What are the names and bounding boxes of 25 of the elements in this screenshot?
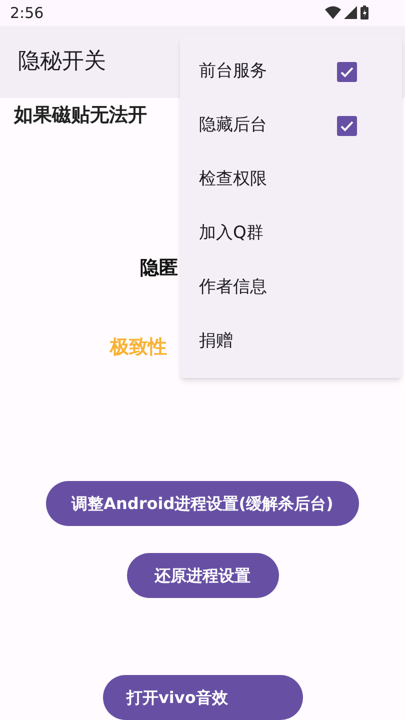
menu-item[interactable]: 作者信息 <box>180 261 402 315</box>
menu-item[interactable]: 检查权限 <box>180 153 402 207</box>
signal-icon <box>344 6 357 20</box>
menu-item[interactable]: 前台服务 <box>180 45 402 99</box>
wifi-icon <box>325 6 341 20</box>
menu-item-label: 隐藏后台 <box>199 114 267 138</box>
notice-text: 如果磁贴无法开 <box>14 104 147 126</box>
menu-item-label: 捐赠 <box>199 330 233 354</box>
checkbox[interactable] <box>336 115 358 137</box>
status-time: 2:56 <box>10 2 44 24</box>
menu-item-label: 检查权限 <box>199 168 267 192</box>
battery-icon <box>360 5 369 20</box>
open-sound-effect-button[interactable]: 打开vivo音效 <box>102 675 302 720</box>
menu-item[interactable]: 加入Q群 <box>180 207 402 261</box>
checkbox[interactable] <box>336 61 358 83</box>
menu-item[interactable]: 隐藏后台 <box>180 99 402 153</box>
adjust-process-button[interactable]: 调整Android进程设置(缓解杀后台) <box>46 481 360 526</box>
menu-item-label: 作者信息 <box>199 276 267 300</box>
app-title: 隐秘开关 <box>18 48 106 76</box>
highlight-text: 极致性 <box>110 336 167 358</box>
menu-item-label: 前台服务 <box>199 60 267 84</box>
heading-text: 隐匿 <box>140 257 178 279</box>
menu-item[interactable]: 捐赠 <box>180 315 402 369</box>
restore-process-button[interactable]: 还原进程设置 <box>126 553 278 598</box>
menu-item-label: 加入Q群 <box>199 222 264 246</box>
